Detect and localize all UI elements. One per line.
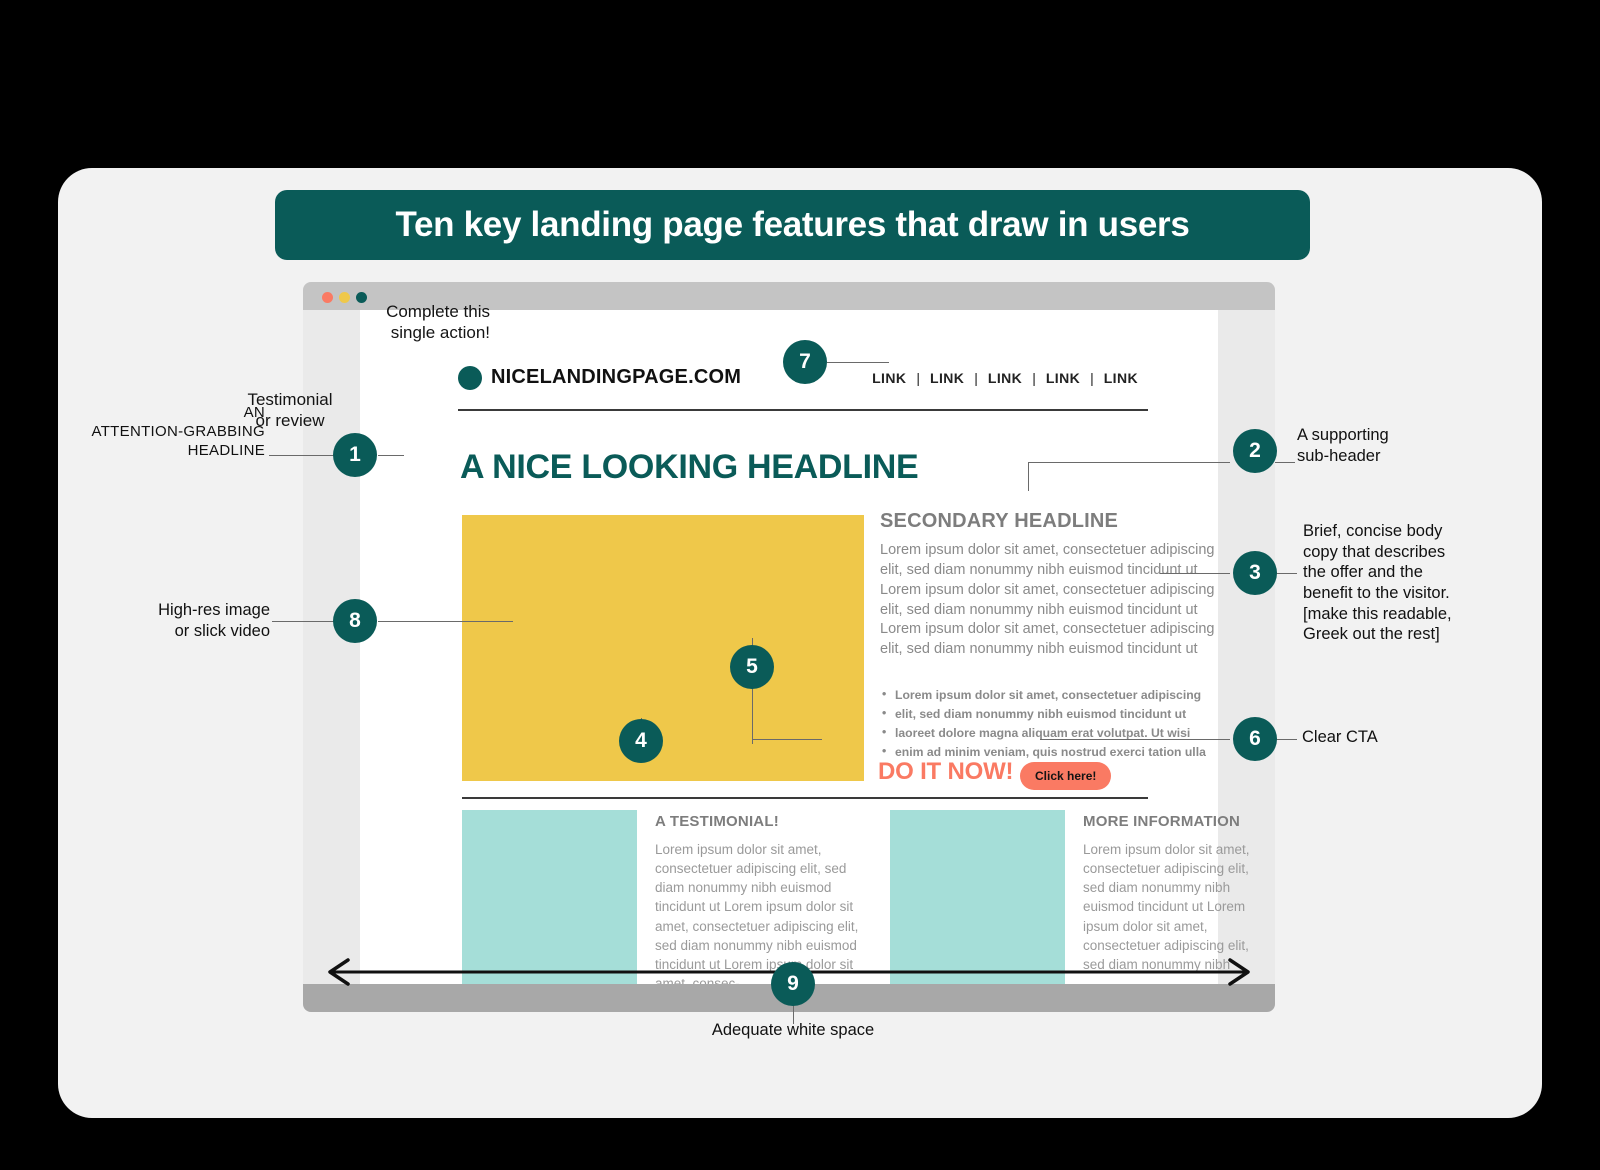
callout-badge-2[interactable]: 2	[1233, 429, 1277, 473]
hero-image-placeholder	[462, 515, 864, 781]
nav-link-3[interactable]: LINK	[978, 370, 1032, 386]
callout-6-label: Clear CTA	[1302, 728, 1378, 746]
nav-link-1[interactable]: LINK	[862, 370, 916, 386]
bullet-list: Lorem ipsum dolor sit amet, consectetuer…	[882, 685, 1212, 762]
site-name: NICELANDINGPAGE.COM	[491, 366, 742, 388]
leader-line-1-right	[378, 455, 404, 457]
leader-line-8-right	[378, 621, 513, 623]
leader-line-1-left	[269, 455, 339, 457]
browser-viewport: NICELANDINGPAGE.COM LINK | LINK | LINK |…	[303, 310, 1275, 991]
page-title: Ten key landing page features that draw …	[395, 205, 1190, 244]
landing-page-content: NICELANDINGPAGE.COM LINK | LINK | LINK |…	[360, 310, 1250, 991]
cta-button[interactable]: Click here!	[1020, 762, 1112, 790]
callout-5-label: Complete this single action!	[386, 302, 490, 342]
leader-line-5-horizontal	[752, 739, 822, 741]
nav-link-2[interactable]: LINK	[920, 370, 974, 386]
callout-badge-1[interactable]: 1	[333, 433, 377, 477]
more-info-body: Lorem ipsum dolor sit amet, consectetuer…	[1083, 842, 1250, 972]
browser-mockup: NICELANDINGPAGE.COM LINK | LINK | LINK |…	[303, 282, 1275, 1012]
callout-badge-6[interactable]: 6	[1233, 717, 1277, 761]
callout-badge-8[interactable]: 8	[333, 599, 377, 643]
leader-line-6-left	[1040, 739, 1230, 741]
callout-8-label: High-res image or slick video	[158, 601, 270, 640]
leader-line-6-right	[1275, 739, 1297, 741]
logo-icon	[458, 366, 482, 390]
title-banner: Ten key landing page features that draw …	[275, 190, 1310, 260]
cta-headline: DO IT NOW!	[878, 758, 1014, 785]
leader-line-3-left	[1160, 573, 1230, 575]
callout-badge-5[interactable]: 5	[730, 645, 774, 689]
nav-link-4[interactable]: LINK	[1036, 370, 1090, 386]
secondary-headline: SECONDARY HEADLINE	[880, 510, 1119, 532]
nav-link-5[interactable]: LINK	[1094, 370, 1148, 386]
list-item: Lorem ipsum dolor sit amet, consectetuer…	[882, 685, 1212, 705]
leader-line-7	[827, 362, 889, 364]
leader-line-2-horizontal	[1028, 462, 1230, 464]
site-nav: LINK | LINK | LINK | LINK | LINK	[862, 370, 1148, 386]
testimonial-title: A TESTIMONIAL!	[655, 813, 779, 830]
callout-9-label: Adequate white space	[711, 1021, 875, 1039]
leader-line-2-tail	[1275, 462, 1295, 464]
lower-divider	[462, 797, 1148, 799]
callout-badge-7[interactable]: 7	[783, 340, 827, 384]
leader-line-3-right	[1275, 573, 1297, 575]
body-copy: Lorem ipsum dolor sit amet, consectetuer…	[880, 542, 1215, 658]
main-headline: A NICE LOOKING HEADLINE	[460, 448, 919, 486]
callout-badge-3[interactable]: 3	[1233, 551, 1277, 595]
callout-badge-9[interactable]: 9	[771, 962, 815, 1006]
callout-1-label: AN ATTENTION-GRABBING HEADLINE	[91, 404, 265, 459]
callout-3-label: Brief, concise body copy that describes …	[1303, 522, 1452, 644]
callout-badge-4[interactable]: 4	[619, 719, 663, 763]
leader-line-8-left	[272, 621, 338, 623]
callout-2-label: A supporting sub-header	[1297, 426, 1389, 465]
list-item: elit, sed diam nonummy nibh euismod tinc…	[882, 704, 1212, 724]
header-divider	[458, 409, 1148, 411]
leader-line-2-vertical	[1028, 463, 1030, 491]
more-info-title: MORE INFORMATION	[1083, 813, 1241, 830]
